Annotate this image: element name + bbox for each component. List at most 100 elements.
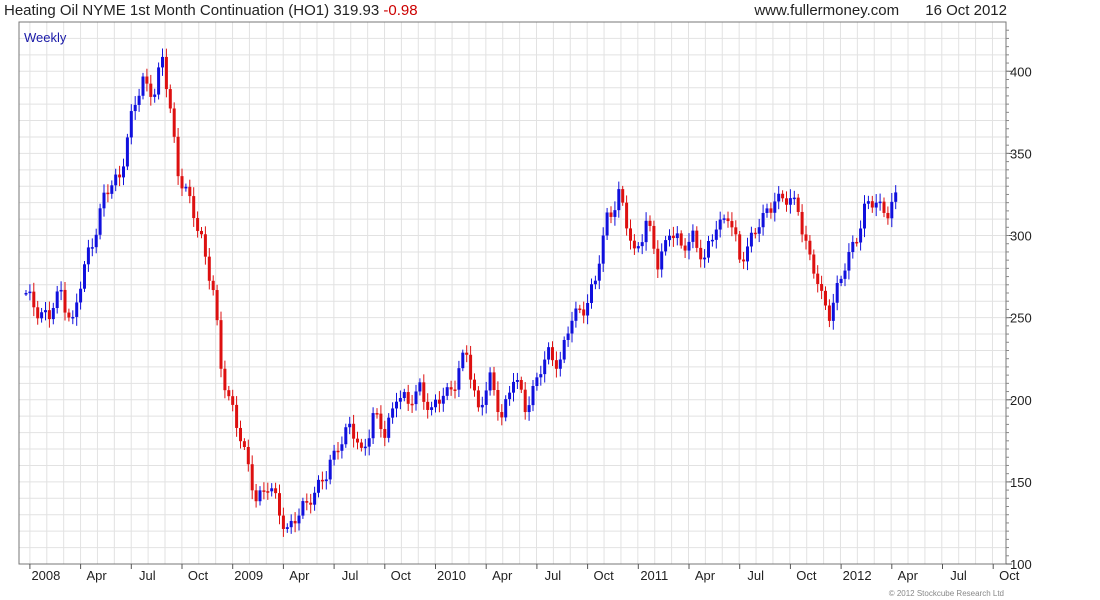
bar-body <box>285 527 289 529</box>
ohlc-bar <box>457 360 461 398</box>
bar-body <box>203 234 207 257</box>
bar-body <box>718 219 722 230</box>
bar-body <box>71 316 75 319</box>
bar-body <box>781 193 785 199</box>
bar-body <box>800 211 804 235</box>
y-tick-label: 400 <box>1010 64 1032 79</box>
ohlc-bar <box>473 373 476 397</box>
bar-body <box>129 111 133 138</box>
bar-body <box>457 368 461 390</box>
bar-body <box>500 412 504 418</box>
bar-body <box>309 502 313 505</box>
ohlc-bar <box>32 282 36 317</box>
ohlc-bar <box>886 206 890 225</box>
bar-body <box>515 380 519 382</box>
ohlc-bar <box>554 351 558 378</box>
bar-body <box>246 447 250 465</box>
ohlc-bar <box>679 230 683 249</box>
bar-body <box>847 252 851 271</box>
ohlc-bar <box>824 286 827 310</box>
bar-body <box>551 347 554 361</box>
ohlc-bar <box>465 345 469 363</box>
bar-body <box>278 493 281 516</box>
bar-body <box>336 450 340 453</box>
x-tick-label: Apr <box>86 568 107 583</box>
ohlc-bar <box>812 249 816 279</box>
ohlc-bar <box>593 275 597 290</box>
bar-body <box>695 230 699 248</box>
bar-body <box>816 273 820 284</box>
ohlc-bar <box>707 235 710 263</box>
ohlc-bar <box>617 181 621 218</box>
ohlc-bar <box>141 72 145 100</box>
bar-body <box>430 407 434 410</box>
bar-body <box>200 230 203 235</box>
ohlc-bar <box>118 165 122 187</box>
period-label: Weekly <box>24 30 67 45</box>
ohlc-bar <box>336 442 340 460</box>
ohlc-bar <box>671 226 675 247</box>
bar-body <box>359 442 363 448</box>
bar-body <box>621 189 625 203</box>
bar-body <box>313 492 317 505</box>
ohlc-bar <box>636 242 640 253</box>
bar-body <box>746 246 749 262</box>
bar-body <box>293 520 297 524</box>
bar-body <box>40 312 44 319</box>
ohlc-bar <box>180 168 184 196</box>
bar-body <box>660 251 664 270</box>
bar-body <box>742 259 746 262</box>
bar-body <box>180 176 184 189</box>
ohlc-bar <box>102 184 106 217</box>
x-tick-label: Oct <box>188 568 209 583</box>
ohlc-bar <box>531 379 535 412</box>
ohlc-bar <box>461 349 465 372</box>
bar-body <box>640 242 644 247</box>
bar-body <box>831 302 835 321</box>
bar-body <box>527 405 531 413</box>
ohlc-bar <box>746 237 749 271</box>
ohlc-bar <box>391 402 395 424</box>
bar-body <box>289 520 293 528</box>
bar-body <box>656 248 660 270</box>
bar-body <box>332 450 336 460</box>
ohlc-bar <box>410 394 414 413</box>
bar-body <box>344 427 348 445</box>
ohlc-bar <box>356 431 359 450</box>
bar-body <box>578 308 582 311</box>
ohlc-bar <box>590 278 593 309</box>
ohlc-bar <box>488 367 492 396</box>
ohlc-bar <box>406 384 410 411</box>
ohlc-bar <box>188 179 192 204</box>
bar-body <box>297 515 301 524</box>
bar-body <box>738 234 742 260</box>
ohlc-bar <box>320 471 324 490</box>
ohlc-bar <box>859 220 863 251</box>
ohlc-bar <box>660 243 664 278</box>
bar-body <box>785 198 788 205</box>
bar-body <box>648 220 652 226</box>
x-tick-label: 2009 <box>234 568 263 583</box>
bar-body <box>878 201 882 204</box>
ohlc-bar <box>437 391 441 413</box>
bar-body <box>168 89 172 109</box>
ohlc-bar <box>305 493 309 511</box>
bar-body <box>609 212 613 217</box>
ohlc-bar <box>274 482 278 499</box>
bar-body <box>223 368 227 391</box>
bar-body <box>242 441 246 448</box>
bar-body <box>894 192 898 202</box>
price-chart: Weekly 100150200250300350400 2008 Apr Jul O… <box>18 21 1032 598</box>
ohlc-bar <box>383 420 387 447</box>
bar-body <box>418 382 422 392</box>
bar-body <box>324 479 328 482</box>
y-tick-label: 250 <box>1010 311 1032 326</box>
bar-body <box>707 240 710 258</box>
ohlc-bar <box>492 366 496 396</box>
bar-body <box>851 241 855 253</box>
bar-body <box>761 212 765 228</box>
ohlc-bar <box>242 438 246 450</box>
bar-body <box>363 446 367 449</box>
bar-body <box>426 401 430 410</box>
x-tick-label: Jul <box>747 568 764 583</box>
